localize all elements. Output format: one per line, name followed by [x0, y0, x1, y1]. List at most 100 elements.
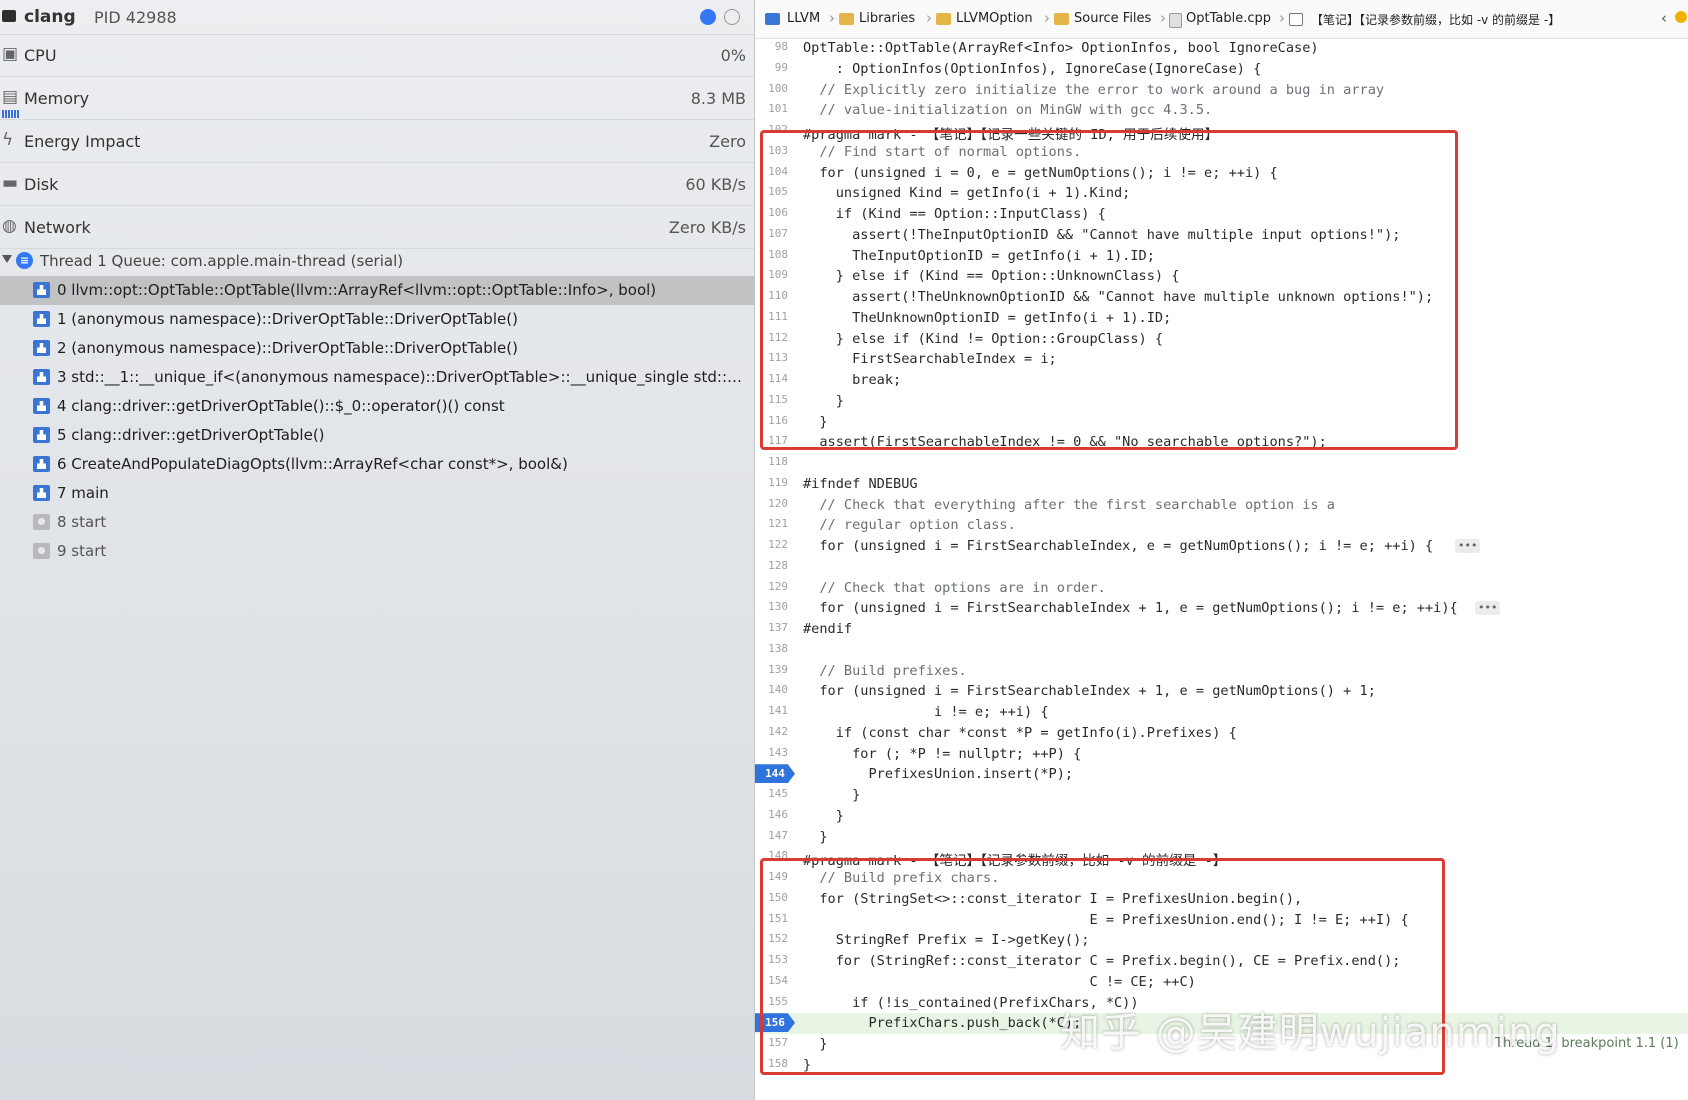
code-line[interactable]: 118 — [755, 453, 1688, 474]
line-number[interactable]: 154 — [755, 974, 788, 987]
code-line[interactable]: 103 // Find start of normal options. — [755, 142, 1688, 163]
line-number[interactable]: 103 — [755, 144, 788, 157]
crumb-project[interactable]: LLVM — [787, 11, 820, 26]
gauge-disk[interactable]: ▬ Disk 60 KB/s — [0, 163, 754, 206]
code-line[interactable]: 138 — [755, 640, 1688, 661]
stack-frame[interactable]: 6 CreateAndPopulateDiagOpts(llvm::ArrayR… — [0, 450, 754, 479]
code-line[interactable]: 146 } — [755, 806, 1688, 827]
stack-frame[interactable]: 2 (anonymous namespace)::DriverOptTable:… — [0, 334, 754, 363]
line-number[interactable]: 128 — [755, 559, 788, 572]
folded-code-marker[interactable]: ••• — [1475, 601, 1501, 616]
line-number[interactable]: 104 — [755, 165, 788, 178]
line-number[interactable]: 101 — [755, 102, 788, 115]
line-number[interactable]: 105 — [755, 185, 788, 198]
breakpoint-marker[interactable]: 156 — [755, 1013, 795, 1033]
warning-icon[interactable] — [1675, 11, 1687, 23]
crumb-llvmoption[interactable]: LLVMOption — [956, 11, 1033, 26]
stack-frame[interactable]: 4 clang::driver::getDriverOptTable()::$_… — [0, 392, 754, 421]
line-number[interactable]: 129 — [755, 580, 788, 593]
gauge-energy[interactable]: ϟ Energy Impact Zero — [0, 120, 754, 163]
stack-frame[interactable]: 1 (anonymous namespace)::DriverOptTable:… — [0, 305, 754, 334]
code-line[interactable]: 122 for (unsigned i = FirstSearchableInd… — [755, 536, 1688, 557]
code-line[interactable]: 113 FirstSearchableIndex = i; — [755, 349, 1688, 370]
code-line[interactable]: 107 assert(!TheInputOptionID && "Cannot … — [755, 225, 1688, 246]
line-number[interactable]: 98 — [755, 40, 788, 53]
chevron-left-icon[interactable]: ‹ — [1661, 9, 1667, 27]
stack-frame[interactable]: 8 start — [0, 508, 754, 537]
code-line[interactable]: 110 assert(!TheUnknownOptionID && "Canno… — [755, 287, 1688, 308]
line-number[interactable]: 130 — [755, 600, 788, 613]
crumb-mark[interactable]: 【笔记】【记录参数前缀，比如 -v 的前缀是 -】 — [1311, 11, 1560, 28]
line-number[interactable]: 111 — [755, 310, 788, 323]
line-number[interactable]: 99 — [755, 61, 788, 74]
code-line[interactable]: 117 assert(FirstSearchableIndex != 0 && … — [755, 432, 1688, 453]
thread-filter-icon[interactable] — [700, 9, 716, 25]
crumb-source-files[interactable]: Source Files — [1074, 11, 1151, 26]
code-line[interactable]: 109 } else if (Kind == Option::UnknownCl… — [755, 266, 1688, 287]
code-line[interactable]: 144 PrefixesUnion.insert(*P); — [755, 764, 1688, 785]
line-number[interactable]: 116 — [755, 414, 788, 427]
line-number[interactable]: 102 — [755, 123, 788, 136]
line-number[interactable]: 113 — [755, 351, 788, 364]
code-line[interactable]: 152 StringRef Prefix = I->getKey(); — [755, 930, 1688, 951]
code-line[interactable]: 149 // Build prefix chars. — [755, 868, 1688, 889]
crumb-libraries[interactable]: Libraries — [859, 11, 915, 26]
line-number[interactable]: 149 — [755, 870, 788, 883]
line-number[interactable]: 142 — [755, 725, 788, 738]
line-number[interactable]: 152 — [755, 932, 788, 945]
line-number[interactable]: 122 — [755, 538, 788, 551]
line-number[interactable]: 139 — [755, 663, 788, 676]
process-header[interactable]: clang PID 42988 — [0, 0, 754, 35]
line-number[interactable]: 157 — [755, 1036, 788, 1049]
process-options-icon[interactable] — [724, 9, 740, 25]
line-number[interactable]: 145 — [755, 787, 788, 800]
code-line[interactable]: 112 } else if (Kind != Option::GroupClas… — [755, 329, 1688, 350]
line-number[interactable]: 114 — [755, 372, 788, 385]
stack-frame[interactable]: 0 llvm::opt::OptTable::OptTable(llvm::Ar… — [0, 276, 754, 305]
code-line[interactable]: 120 // Check that everything after the f… — [755, 495, 1688, 516]
stack-frame[interactable]: 5 clang::driver::getDriverOptTable() — [0, 421, 754, 450]
line-number[interactable]: 109 — [755, 268, 788, 281]
gauge-cpu[interactable]: ▣ CPU 0% — [0, 34, 754, 77]
code-line[interactable]: 140 for (unsigned i = FirstSearchableInd… — [755, 681, 1688, 702]
line-number[interactable]: 115 — [755, 393, 788, 406]
code-line[interactable]: 151 E = PrefixesUnion.end(); I != E; ++I… — [755, 910, 1688, 931]
disclosure-triangle-icon[interactable] — [2, 255, 12, 263]
code-line[interactable]: 154 C != CE; ++C) — [755, 972, 1688, 993]
code-line[interactable]: 145 } — [755, 785, 1688, 806]
code-line[interactable]: 106 if (Kind == Option::InputClass) { — [755, 204, 1688, 225]
line-number[interactable]: 150 — [755, 891, 788, 904]
code-line[interactable]: 101 // value-initialization on MinGW wit… — [755, 100, 1688, 121]
code-line[interactable]: 108 TheInputOptionID = getInfo(i + 1).ID… — [755, 246, 1688, 267]
line-number[interactable]: 100 — [755, 82, 788, 95]
line-number[interactable]: 143 — [755, 746, 788, 759]
code-line[interactable]: 130 for (unsigned i = FirstSearchableInd… — [755, 598, 1688, 619]
line-number[interactable]: 119 — [755, 476, 788, 489]
line-number[interactable]: 146 — [755, 808, 788, 821]
code-line[interactable]: 99 : OptionInfos(OptionInfos), IgnoreCas… — [755, 59, 1688, 80]
line-number[interactable]: 153 — [755, 953, 788, 966]
code-line[interactable]: 137 #endif — [755, 619, 1688, 640]
line-number[interactable]: 108 — [755, 248, 788, 261]
gauge-network[interactable]: ◍ Network Zero KB/s — [0, 206, 754, 249]
code-line[interactable]: 148 #pragma mark - 【笔记】【记录参数前缀，比如 -v 的前缀是… — [755, 847, 1688, 869]
line-number[interactable]: 151 — [755, 912, 788, 925]
line-number[interactable]: 120 — [755, 497, 788, 510]
line-number[interactable]: 112 — [755, 331, 788, 344]
code-line[interactable]: 121 // regular option class. — [755, 515, 1688, 536]
code-line[interactable]: 105 unsigned Kind = getInfo(i + 1).Kind; — [755, 183, 1688, 204]
line-number[interactable]: 117 — [755, 434, 788, 447]
code-line[interactable]: 115 } — [755, 391, 1688, 412]
code-line[interactable]: 119 #ifndef NDEBUG — [755, 474, 1688, 495]
code-line[interactable]: 100 // Explicitly zero initialize the er… — [755, 80, 1688, 101]
code-line[interactable]: 142 if (const char *const *P = getInfo(i… — [755, 723, 1688, 744]
line-number[interactable]: 140 — [755, 683, 788, 696]
code-line[interactable]: 143 for (; *P != nullptr; ++P) { — [755, 744, 1688, 765]
stack-frame[interactable]: 7 main — [0, 479, 754, 508]
folded-code-marker[interactable]: ••• — [1455, 539, 1481, 553]
stack-frame[interactable]: 3 std::__1::__unique_if<(anonymous names… — [0, 363, 754, 392]
code-line[interactable]: 116 } — [755, 412, 1688, 433]
code-line[interactable]: 147 } — [755, 827, 1688, 848]
gauge-memory[interactable]: ▤ Memory 8.3 MB — [0, 77, 754, 120]
code-line[interactable]: 139 // Build prefixes. — [755, 661, 1688, 682]
